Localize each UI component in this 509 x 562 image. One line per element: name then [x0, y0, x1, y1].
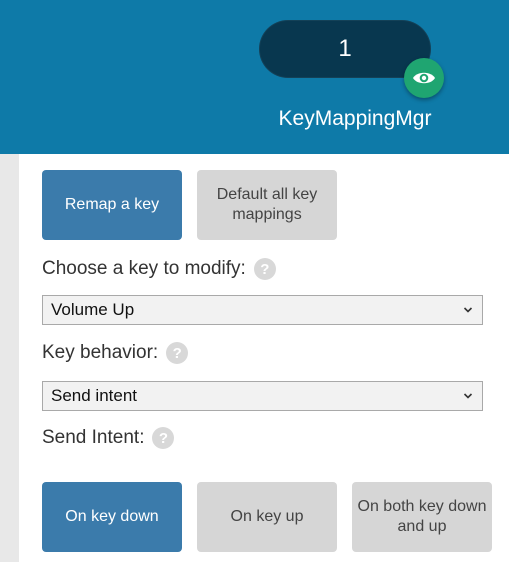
behavior-label-row: Key behavior: ? [42, 339, 189, 367]
key-select[interactable]: Volume Up [42, 295, 483, 325]
help-icon[interactable]: ? [253, 258, 276, 280]
default-mappings-button[interactable]: Default all key mappings [197, 170, 337, 240]
on-key-up-button[interactable]: On key up [197, 482, 337, 552]
left-gutter [0, 154, 19, 562]
app-name: KeyMappingMgr [278, 107, 432, 130]
chevron-down-icon [463, 393, 473, 399]
on-key-down-button[interactable]: On key down [42, 482, 182, 552]
send-intent-label: Send Intent: [42, 427, 145, 448]
send-intent-label-row: Send Intent: ? [42, 424, 175, 452]
app-header: 1 KeyMappingMgr [0, 0, 509, 154]
on-both-key-button[interactable]: On both key down and up [352, 482, 492, 552]
eye-icon [413, 72, 435, 84]
remap-key-button[interactable]: Remap a key [42, 170, 182, 240]
key-select-value: Volume Up [51, 300, 135, 319]
behavior-label: Key behavior: [42, 342, 159, 363]
help-icon[interactable]: ? [152, 427, 175, 449]
key-select-label: Choose a key to modify: [42, 258, 246, 279]
help-icon[interactable]: ? [166, 342, 189, 364]
behavior-select[interactable]: Send intent [42, 381, 483, 411]
behavior-select-value: Send intent [51, 386, 138, 405]
key-select-label-row: Choose a key to modify: ? [42, 255, 276, 283]
chevron-down-icon [463, 307, 473, 313]
visibility-button[interactable] [404, 58, 444, 98]
counter-value: 1 [338, 35, 352, 62]
